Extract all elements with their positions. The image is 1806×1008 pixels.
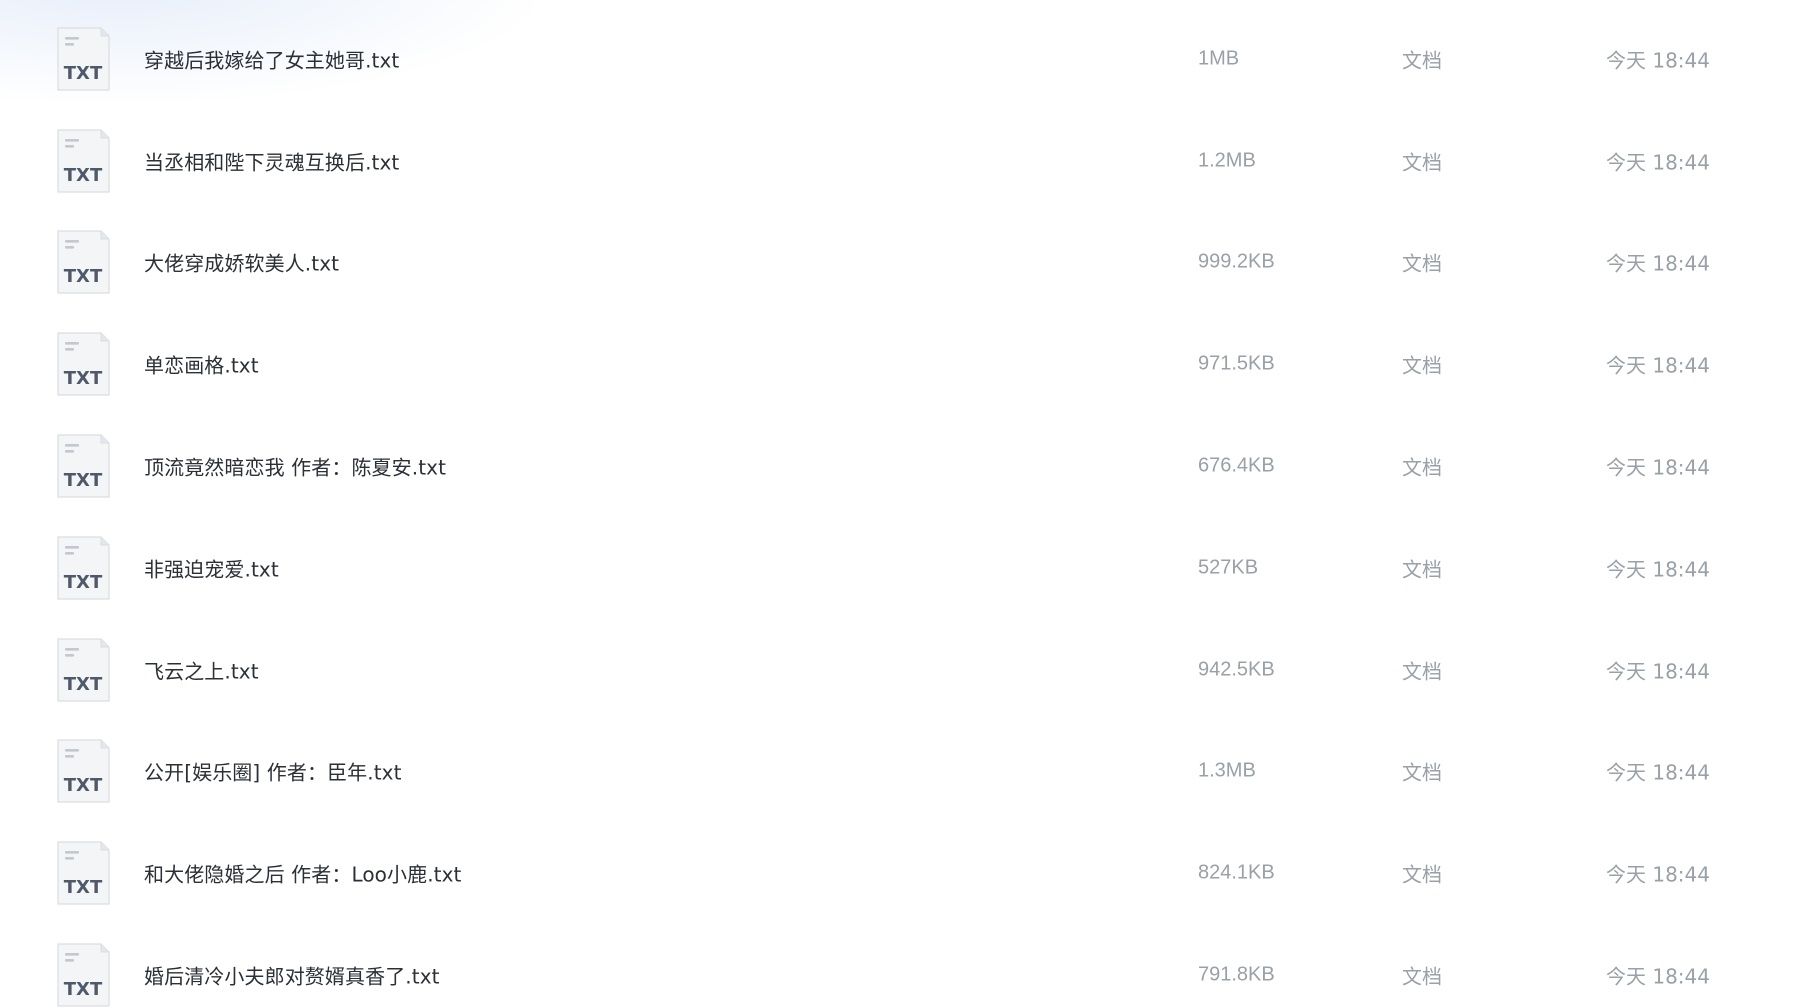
file-name[interactable]: 飞云之上.txt bbox=[144, 655, 259, 684]
file-modified-date: 今天 18:44 bbox=[1606, 760, 1710, 785]
file-modified-date: 今天 18:44 bbox=[1606, 251, 1710, 276]
file-modified-date: 今天 18:44 bbox=[1606, 862, 1710, 887]
file-size: 791.8KB bbox=[1198, 963, 1275, 986]
file-size: 999.2KB bbox=[1198, 250, 1275, 273]
txt-icon-label: TXT bbox=[64, 877, 103, 898]
file-type: 文档 bbox=[1402, 760, 1442, 785]
file-type: 文档 bbox=[1402, 557, 1442, 582]
file-size: 824.1KB bbox=[1198, 861, 1275, 884]
file-modified-date: 今天 18:44 bbox=[1606, 48, 1710, 73]
file-name[interactable]: 婚后清冷小夫郎对赘婿真香了.txt bbox=[144, 961, 440, 990]
file-list-page: TXT 穿越后我嫁给了女主她哥.txt 1MB 文档 今天 18:44 TXT … bbox=[0, 0, 1806, 1008]
file-modified-date: 今天 18:44 bbox=[1606, 659, 1710, 684]
file-row[interactable]: TXT 单恋画格.txt 971.5KB 文档 今天 18:44 bbox=[0, 313, 1806, 415]
txt-file-icon: TXT bbox=[56, 27, 110, 91]
file-row[interactable]: TXT 公开[娱乐圈] 作者：臣年.txt 1.3MB 文档 今天 18:44 bbox=[0, 721, 1806, 823]
file-type: 文档 bbox=[1402, 48, 1442, 73]
file-modified-date: 今天 18:44 bbox=[1606, 353, 1710, 378]
txt-icon-label: TXT bbox=[64, 572, 103, 593]
file-row[interactable]: TXT 非强迫宠爱.txt 527KB 文档 今天 18:44 bbox=[0, 517, 1806, 619]
txt-icon-label: TXT bbox=[64, 470, 103, 491]
file-row[interactable]: TXT 顶流竟然暗恋我 作者：陈夏安.txt 676.4KB 文档 今天 18:… bbox=[0, 415, 1806, 517]
file-name[interactable]: 公开[娱乐圈] 作者：臣年.txt bbox=[144, 757, 402, 786]
file-modified-date: 今天 18:44 bbox=[1606, 150, 1710, 175]
file-modified-date: 今天 18:44 bbox=[1606, 964, 1710, 989]
txt-icon-label: TXT bbox=[64, 979, 103, 1000]
file-type: 文档 bbox=[1402, 251, 1442, 276]
file-name[interactable]: 非强迫宠爱.txt bbox=[144, 553, 279, 582]
file-modified-date: 今天 18:44 bbox=[1606, 557, 1710, 582]
txt-file-icon: TXT bbox=[56, 638, 110, 702]
file-size: 942.5KB bbox=[1198, 658, 1275, 681]
file-size: 971.5KB bbox=[1198, 352, 1275, 375]
file-type: 文档 bbox=[1402, 862, 1442, 887]
file-name[interactable]: 穿越后我嫁给了女主她哥.txt bbox=[144, 44, 399, 73]
file-type: 文档 bbox=[1402, 455, 1442, 480]
file-row[interactable]: TXT 大佬穿成娇软美人.txt 999.2KB 文档 今天 18:44 bbox=[0, 212, 1806, 314]
file-list: TXT 穿越后我嫁给了女主她哥.txt 1MB 文档 今天 18:44 TXT … bbox=[0, 8, 1806, 1008]
txt-icon-label: TXT bbox=[64, 775, 103, 796]
file-row[interactable]: TXT 婚后清冷小夫郎对赘婿真香了.txt 791.8KB 文档 今天 18:4… bbox=[0, 924, 1806, 1008]
txt-file-icon: TXT bbox=[56, 841, 110, 905]
txt-file-icon: TXT bbox=[56, 739, 110, 804]
txt-file-icon: TXT bbox=[56, 434, 110, 498]
txt-icon-label: TXT bbox=[64, 674, 103, 695]
file-name[interactable]: 当丞相和陛下灵魂互换后.txt bbox=[144, 146, 399, 175]
file-name[interactable]: 大佬穿成娇软美人.txt bbox=[144, 248, 339, 277]
file-row[interactable]: TXT 和大佬隐婚之后 作者：Loo小鹿.txt 824.1KB 文档 今天 1… bbox=[0, 822, 1806, 924]
file-size: 527KB bbox=[1198, 556, 1259, 579]
file-row[interactable]: TXT 飞云之上.txt 942.5KB 文档 今天 18:44 bbox=[0, 619, 1806, 721]
file-size: 1.2MB bbox=[1198, 149, 1256, 172]
txt-file-icon: TXT bbox=[56, 230, 110, 295]
file-size: 1.3MB bbox=[1198, 759, 1256, 782]
txt-file-icon: TXT bbox=[56, 943, 110, 1007]
txt-icon-label: TXT bbox=[64, 266, 103, 287]
file-type: 文档 bbox=[1402, 659, 1442, 684]
txt-icon-label: TXT bbox=[64, 165, 103, 186]
txt-file-icon: TXT bbox=[56, 129, 110, 193]
file-row[interactable]: TXT 穿越后我嫁给了女主她哥.txt 1MB 文档 今天 18:44 bbox=[0, 8, 1806, 110]
file-name[interactable]: 单恋画格.txt bbox=[144, 350, 259, 379]
file-type: 文档 bbox=[1402, 150, 1442, 175]
file-size: 676.4KB bbox=[1198, 454, 1275, 477]
txt-file-icon: TXT bbox=[56, 332, 110, 396]
file-row[interactable]: TXT 当丞相和陛下灵魂互换后.txt 1.2MB 文档 今天 18:44 bbox=[0, 110, 1806, 212]
file-modified-date: 今天 18:44 bbox=[1606, 455, 1710, 480]
file-size: 1MB bbox=[1198, 47, 1240, 70]
file-type: 文档 bbox=[1402, 964, 1442, 989]
txt-icon-label: TXT bbox=[64, 63, 103, 84]
txt-file-icon: TXT bbox=[56, 536, 110, 600]
file-name[interactable]: 和大佬隐婚之后 作者：Loo小鹿.txt bbox=[144, 859, 462, 888]
txt-icon-label: TXT bbox=[64, 368, 103, 389]
file-name[interactable]: 顶流竟然暗恋我 作者：陈夏安.txt bbox=[144, 452, 446, 481]
file-type: 文档 bbox=[1402, 353, 1442, 378]
